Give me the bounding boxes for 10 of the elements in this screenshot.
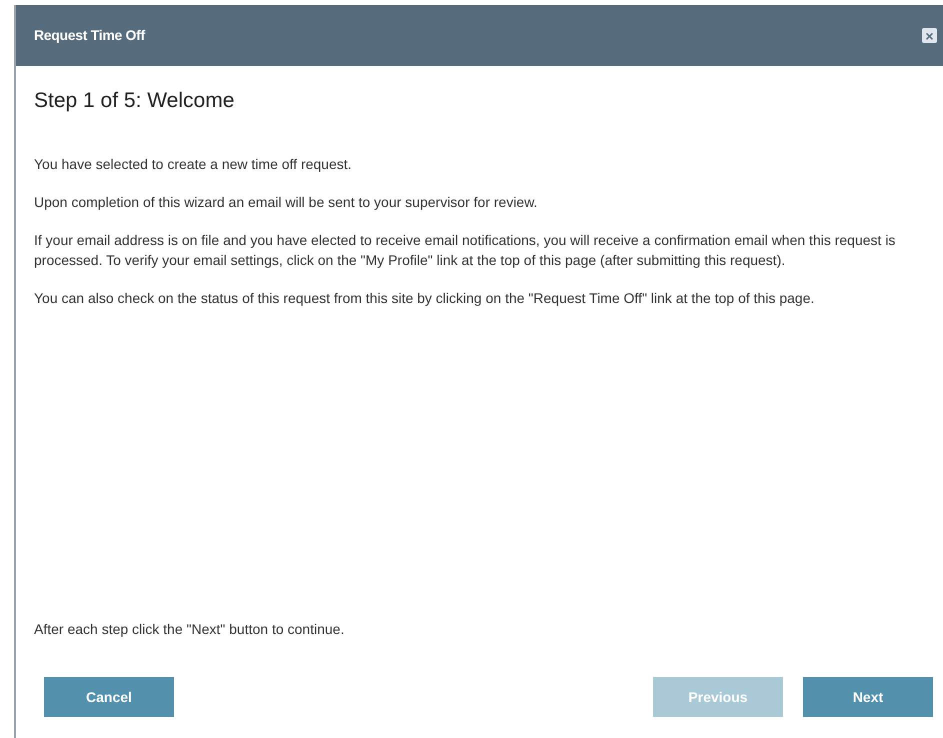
paragraph: Upon completion of this wizard an email will be sent to your supervisor for review.: [34, 192, 538, 212]
window-title: Request Time Off: [34, 26, 145, 45]
wizard-button[interactable]: Cancel: [44, 677, 174, 717]
paragraph: If your email address is on file and you have elected to receive email notifications, you will receive a confirmation email when this request is processed. To verify your email settings, click on the "My Profile" link at the top of this page (after submitting this request).: [34, 230, 896, 270]
paragraph: You can also check on the status of this request from this site by clicking on the "Request Time Off" link at the top of this page.: [34, 288, 816, 308]
footer-note: After each step click the "Next" button to continue.: [34, 620, 346, 639]
step-title: Step 1 of 5: Welcome: [34, 88, 236, 114]
close-button[interactable]: ×: [922, 28, 937, 43]
paragraph: You have selected to create a new time off request.: [34, 154, 353, 174]
wizard-button[interactable]: Next: [803, 677, 933, 717]
